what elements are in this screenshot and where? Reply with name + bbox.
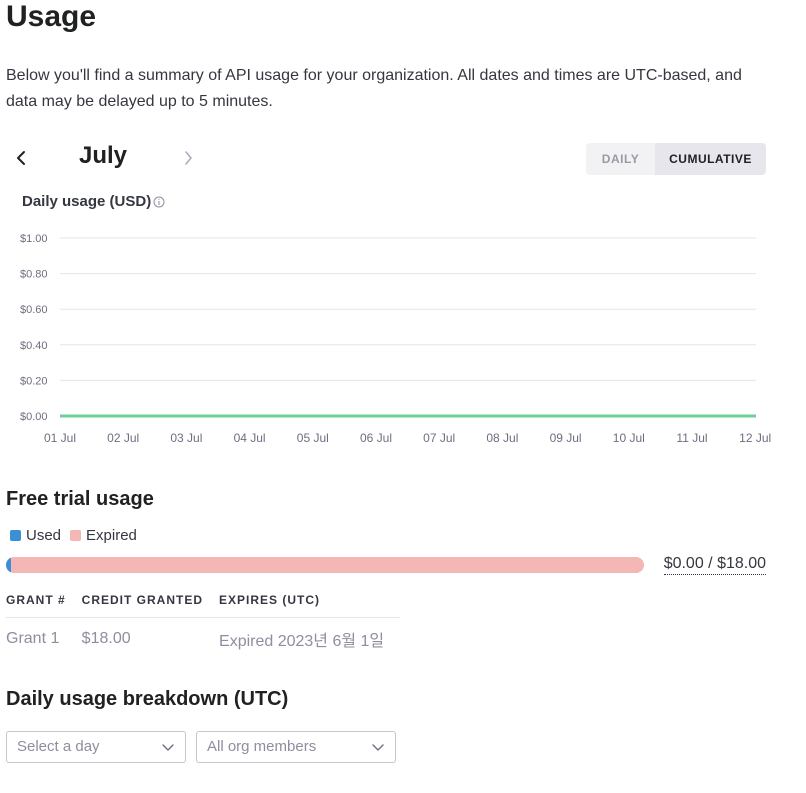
column-header-grant: GRANT #: [6, 591, 82, 618]
toggle-daily-button[interactable]: DAILY: [586, 143, 655, 175]
x-tick-label: 01 Jul: [44, 431, 76, 445]
x-tick-label: 04 Jul: [234, 431, 266, 445]
legend-label-expired: Expired: [86, 527, 137, 544]
intro-text: Below you'll find a summary of API usage…: [6, 67, 742, 110]
month-label: July: [79, 142, 128, 169]
x-tick-label: 03 Jul: [170, 431, 202, 445]
y-tick-label: $0.20: [20, 375, 48, 387]
x-tick-label: 09 Jul: [550, 431, 582, 445]
members-select[interactable]: All org members: [196, 731, 396, 763]
chevron-down-icon: [161, 741, 175, 753]
y-tick-label: $0.00: [20, 411, 48, 423]
free-trial-legend: Used Expired: [10, 527, 146, 544]
x-tick-label: 07 Jul: [423, 431, 455, 445]
breakdown-title: Daily usage breakdown (UTC): [6, 688, 289, 710]
grants-table-header: GRANT # CREDIT GRANTED EXPIRES (UTC): [6, 591, 401, 618]
usage-total-label[interactable]: $0.00 / $18.00: [663, 554, 766, 575]
usage-chart: $0.00 $0.20 $0.40 $0.60 $0.80 $1.00 01 Jul 02 J…: [20, 233, 771, 445]
chart-title: Daily usage (USD): [22, 193, 152, 210]
day-select-placeholder: Select a day: [17, 738, 100, 755]
x-tick-label: 02 Jul: [107, 431, 139, 445]
free-trial-title: Free trial usage: [6, 488, 154, 510]
x-tick-label: 11 Jul: [676, 431, 707, 445]
grants-table: GRANT # CREDIT GRANTED EXPIRES (UTC) Gra…: [6, 591, 401, 652]
expires-value: Expired 2023년 6월 1일: [219, 633, 385, 650]
grant-number: Grant 1: [6, 630, 60, 647]
chevron-right-icon[interactable]: [178, 144, 202, 172]
toggle-cumulative-button[interactable]: CUMULATIVE: [655, 143, 766, 175]
progress-used-fill: [6, 557, 12, 573]
free-trial-progress-bar: [6, 557, 644, 573]
y-tick-label: $0.80: [20, 269, 48, 281]
x-tick-label: 10 Jul: [613, 431, 645, 445]
credit-granted: $18.00: [81, 630, 131, 647]
x-tick-label: 12 Jul: [739, 431, 771, 445]
info-icon[interactable]: [153, 195, 165, 208]
day-select[interactable]: Select a day: [6, 731, 186, 763]
members-select-value: All org members: [207, 738, 317, 755]
legend-item-used: Used: [10, 527, 61, 544]
chevron-left-icon[interactable]: [10, 144, 34, 172]
month-navigation: July: [6, 140, 256, 176]
chevron-down-icon: [371, 741, 385, 753]
view-toggle: DAILY CUMULATIVE: [586, 143, 766, 175]
y-tick-label: $0.60: [20, 304, 48, 316]
x-tick-label: 06 Jul: [360, 431, 392, 445]
page-title: Usage: [6, 0, 97, 33]
x-tick-label: 08 Jul: [486, 431, 518, 445]
legend-swatch-expired: [70, 530, 82, 541]
x-tick-label: 05 Jul: [297, 431, 329, 445]
y-tick-label: $1.00: [20, 233, 48, 245]
table-row: Grant 1 $18.00 Expired 2023년 6월 1일: [6, 618, 400, 652]
column-header-credit: CREDIT GRANTED: [81, 591, 220, 618]
y-tick-label: $0.40: [20, 340, 48, 352]
legend-item-expired: Expired: [70, 527, 137, 544]
column-header-expires: EXPIRES (UTC): [219, 591, 401, 618]
legend-label-used: Used: [26, 527, 62, 544]
legend-swatch-used: [10, 530, 21, 541]
